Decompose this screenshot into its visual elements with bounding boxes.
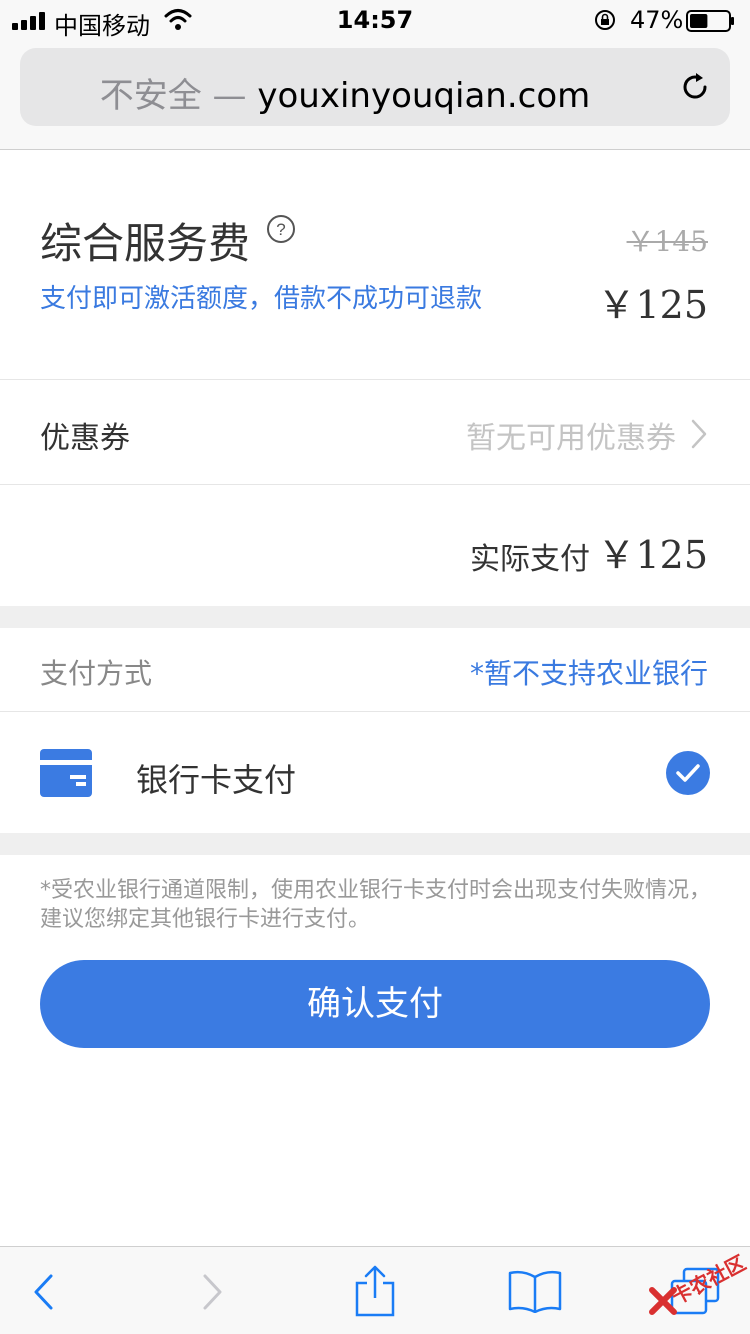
section-divider xyxy=(0,606,750,628)
payment-page: 中国移动 14:57 47% 不安全 — youxinyouqian.com 综… xyxy=(0,0,750,1334)
current-price: ￥125 xyxy=(597,283,708,327)
address-bar[interactable]: 不安全 — youxinyouqian.com xyxy=(20,48,730,126)
insecure-label: 不安全 — xyxy=(99,76,247,116)
back-icon[interactable] xyxy=(32,1273,54,1311)
reload-icon[interactable] xyxy=(678,70,712,104)
url-domain: youxinyouqian.com xyxy=(257,76,591,116)
coupon-value: 暂无可用优惠券 xyxy=(466,421,676,456)
svg-text:?: ? xyxy=(276,220,285,239)
section-divider xyxy=(0,833,750,855)
forward-icon[interactable] xyxy=(202,1273,224,1311)
share-icon[interactable] xyxy=(354,1265,396,1317)
watermark-logo: 卡农社区 xyxy=(642,1250,750,1322)
orientation-lock-icon xyxy=(595,10,615,30)
fee-title: 综合服务费 xyxy=(40,219,251,268)
actual-payment-value: ￥125 xyxy=(597,533,708,577)
service-fee-section: 综合服务费 ? 支付即可激活额度，借款不成功可退款 ￥145 ￥125 xyxy=(0,150,750,380)
watermark-text: 卡农社区 xyxy=(667,1250,750,1310)
bookmarks-icon[interactable] xyxy=(508,1269,562,1313)
actual-payment-label: 实际支付 xyxy=(470,542,590,577)
payment-method-label: 支付方式 xyxy=(40,657,153,690)
payment-method-note: *暂不支持农业银行 xyxy=(469,657,708,690)
coupon-label: 优惠券 xyxy=(40,421,130,456)
payment-method-header: 支付方式 *暂不支持农业银行 xyxy=(0,628,750,712)
bank-card-label: 银行卡支付 xyxy=(136,761,297,799)
coupon-row[interactable]: 优惠券 暂无可用优惠券 xyxy=(0,381,750,485)
actual-payment-row: 实际支付 ￥125 xyxy=(0,486,750,606)
status-bar: 中国移动 14:57 47% xyxy=(0,0,750,40)
payment-notice: *受农业银行通道限制，使用农业银行卡支付时会出现支付失败情况，建议您绑定其他银行… xyxy=(40,878,712,932)
battery-percent: 47% xyxy=(630,6,684,34)
browser-toolbar xyxy=(0,1246,750,1334)
check-icon[interactable] xyxy=(666,751,710,795)
chevron-right-icon xyxy=(691,419,707,449)
card-icon xyxy=(40,749,92,797)
original-price: ￥145 xyxy=(626,225,708,258)
bank-card-option[interactable]: 银行卡支付 xyxy=(0,713,750,833)
confirm-payment-button[interactable]: 确认支付 xyxy=(40,960,710,1048)
browser-address-area: 不安全 — youxinyouqian.com xyxy=(0,40,750,150)
fee-description: 支付即可激活额度，借款不成功可退款 xyxy=(40,284,483,314)
url-display[interactable]: 不安全 — youxinyouqian.com xyxy=(20,68,670,117)
battery-icon xyxy=(686,10,734,32)
help-icon[interactable]: ? xyxy=(266,214,296,244)
